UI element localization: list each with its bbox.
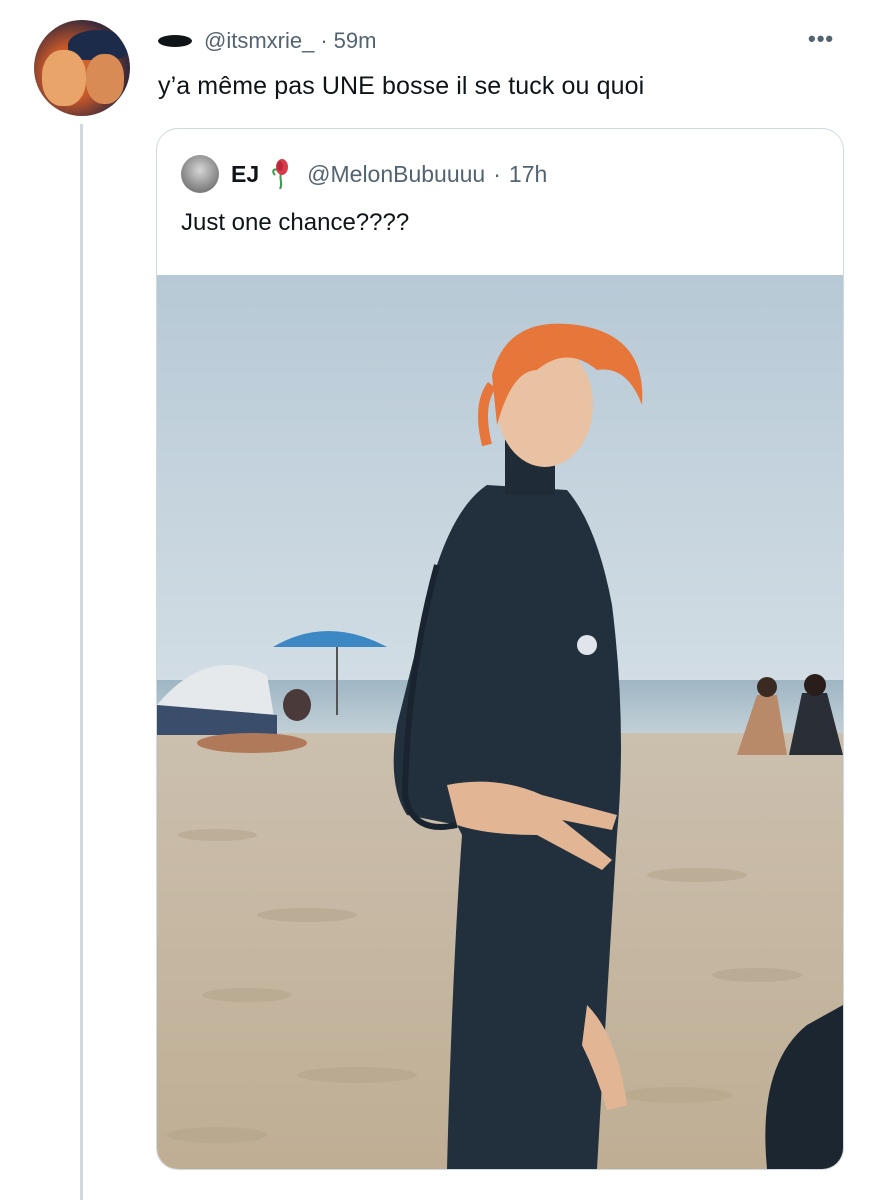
quoted-handle[interactable]: @MelonBubuuuu <box>307 161 485 188</box>
user-avatar[interactable] <box>34 20 130 116</box>
quoted-time[interactable]: 17h <box>509 161 547 188</box>
more-dots-icon[interactable]: ••• <box>808 28 834 50</box>
tweet-header: @itsmxrie_ · 59m <box>158 28 376 54</box>
tweet-time[interactable]: 59m <box>334 28 377 54</box>
quoted-separator: · <box>493 160 501 187</box>
avatar-face-right <box>86 54 124 104</box>
tweet-separator: · <box>320 28 328 53</box>
display-name-emoji-icon <box>158 35 192 47</box>
beach-photo[interactable] <box>157 275 843 1169</box>
thread-line <box>80 124 83 1200</box>
quoted-display-name[interactable]: EJ <box>231 161 259 188</box>
tweet-text: y’a même pas UNE bosse il se tuck ou quo… <box>158 72 645 100</box>
quoted-text: Just one chance???? <box>181 209 410 236</box>
rose-emoji-icon <box>272 159 289 189</box>
avatar-face-left <box>42 50 86 106</box>
tweet-handle[interactable]: @itsmxrie_ <box>204 28 314 54</box>
quoted-tweet[interactable]: EJ @MelonBubuuuu · 17h Just one chance??… <box>156 128 844 1170</box>
quoted-avatar[interactable] <box>181 155 219 193</box>
quoted-tweet-header: EJ @MelonBubuuuu · 17h <box>181 155 547 193</box>
